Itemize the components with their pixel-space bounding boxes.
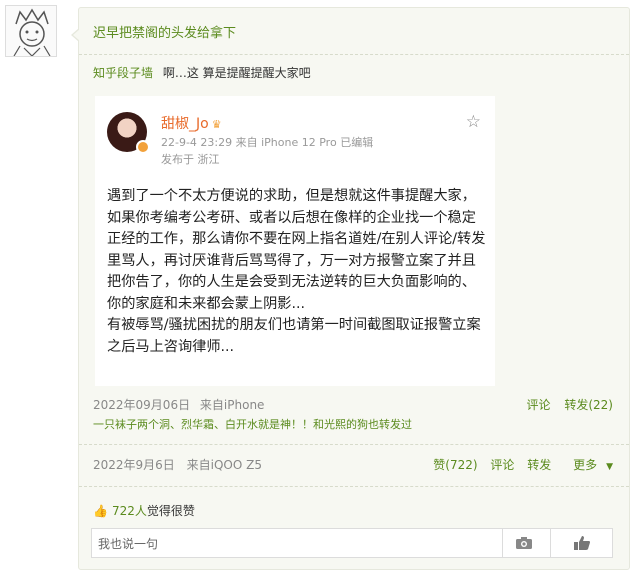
star-icon: ☆: [465, 112, 481, 132]
likes-suffix: 觉得很赞: [146, 504, 195, 518]
forwarded-by-text[interactable]: 一只袜子两个洞、烈华霜、白开水就是神！！和光熙的狗也转发过: [93, 416, 412, 432]
thumbs-up-icon: 👍: [93, 504, 108, 518]
like-link[interactable]: 赞(722): [433, 458, 477, 472]
divider: [79, 54, 629, 55]
like-button[interactable]: [550, 529, 612, 557]
forward-link[interactable]: 转发: [527, 458, 551, 472]
repost-text: 啊…这 算是提醒提醒大家吧: [162, 66, 311, 80]
post-meta: 2022年9月6日 来自iQOO Z5: [93, 456, 262, 473]
repost-actions: 评论 转发(22): [517, 396, 613, 413]
verified-badge-icon: [136, 140, 150, 154]
repost-comment-link[interactable]: 评论: [527, 398, 551, 412]
repost-user-link[interactable]: 知乎段子墙: [93, 66, 153, 80]
camera-icon: [515, 537, 532, 549]
repost-date[interactable]: 2022年09月06日: [93, 398, 190, 412]
post-card: 迟早把禁阁的头发给拿下 知乎段子墙 啊…这 算是提醒提醒大家吧 甜椒_Jo ♛ 2…: [71, 7, 630, 570]
sketch-avatar-icon: [13, 8, 51, 56]
camera-button[interactable]: [502, 529, 544, 557]
repost-line: 知乎段子墙 啊…这 算是提醒提醒大家吧: [93, 64, 311, 81]
repost-forward-link[interactable]: 转发(22): [564, 398, 613, 412]
divider: [79, 444, 629, 445]
thumbs-up-icon: [573, 536, 590, 550]
caret-down-icon: ▼: [606, 462, 613, 472]
comment-link[interactable]: 评论: [490, 458, 514, 472]
repost-meta: 2022年09月06日 来自iPhone: [93, 396, 264, 413]
repost-source: 来自iPhone: [199, 398, 265, 412]
likes-summary: 👍 722人觉得很赞: [93, 502, 195, 519]
likes-count[interactable]: 722人: [112, 504, 147, 518]
screenshot-location: 发布于 浙江: [161, 153, 220, 166]
comment-input[interactable]: 我也说一句: [98, 535, 158, 552]
divider: [79, 486, 629, 487]
user-avatar[interactable]: [5, 5, 57, 57]
post-actions: 赞(722) 评论 转发 更多 ▼: [424, 456, 613, 473]
more-link[interactable]: 更多 ▼: [564, 458, 613, 472]
screenshot-meta: 22-9-4 23:29 来自 iPhone 12 Pro 已编辑: [161, 136, 374, 149]
screenshot-author-name: 甜椒_Jo: [161, 116, 209, 132]
post-title[interactable]: 迟早把禁阁的头发给拿下: [93, 22, 236, 41]
more-label: 更多: [573, 458, 598, 472]
post-date[interactable]: 2022年9月6日: [93, 458, 175, 472]
crown-icon: ♛: [211, 118, 222, 131]
comment-box[interactable]: 我也说一句: [91, 528, 613, 558]
post-source: 来自iQOO Z5: [186, 458, 262, 472]
screenshot-body: 遇到了一个不太方便说的求助，但是想就这件事提醒大家，如果你考编考公考研、或者以后…: [107, 188, 486, 355]
embedded-screenshot[interactable]: 甜椒_Jo ♛ 22-9-4 23:29 来自 iPhone 12 Pro 已编辑…: [95, 96, 495, 386]
screenshot-author: 甜椒_Jo ♛: [161, 113, 222, 133]
